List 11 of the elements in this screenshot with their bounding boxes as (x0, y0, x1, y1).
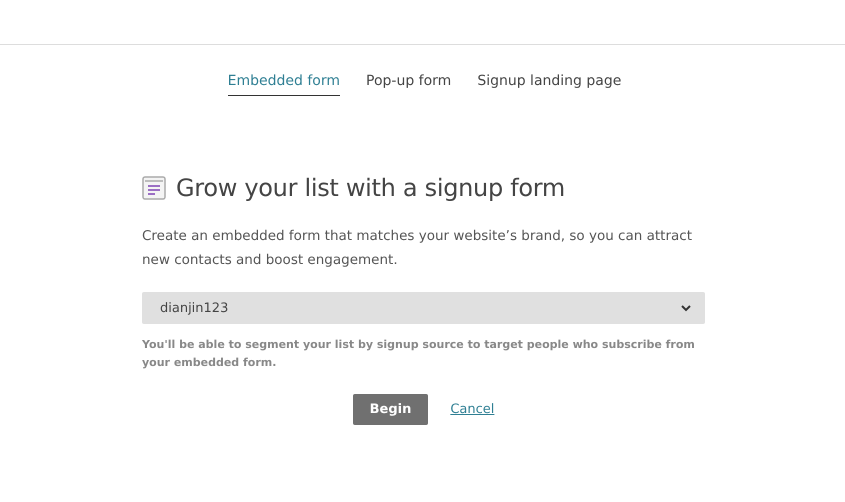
page-heading: Grow your list with a signup form (176, 174, 565, 202)
form-icon (142, 176, 166, 200)
hint-text: You'll be able to segment your list by signup source to target people who subscribe from your embedded form. (142, 337, 696, 371)
tab[interactable]: Pop-up form (366, 73, 452, 96)
list-select[interactable]: dianjin123 (142, 292, 705, 324)
cancel-link[interactable]: Cancel (450, 402, 494, 417)
tab[interactable]: Embedded form (228, 73, 340, 96)
tab[interactable]: Signup landing page (477, 73, 622, 96)
description: Create an embedded form that matches your website’s brand, so you can attract new contacts and boost engagement. (142, 227, 693, 270)
chevron-down-icon (681, 304, 691, 312)
begin-button[interactable]: Begin (352, 394, 428, 425)
